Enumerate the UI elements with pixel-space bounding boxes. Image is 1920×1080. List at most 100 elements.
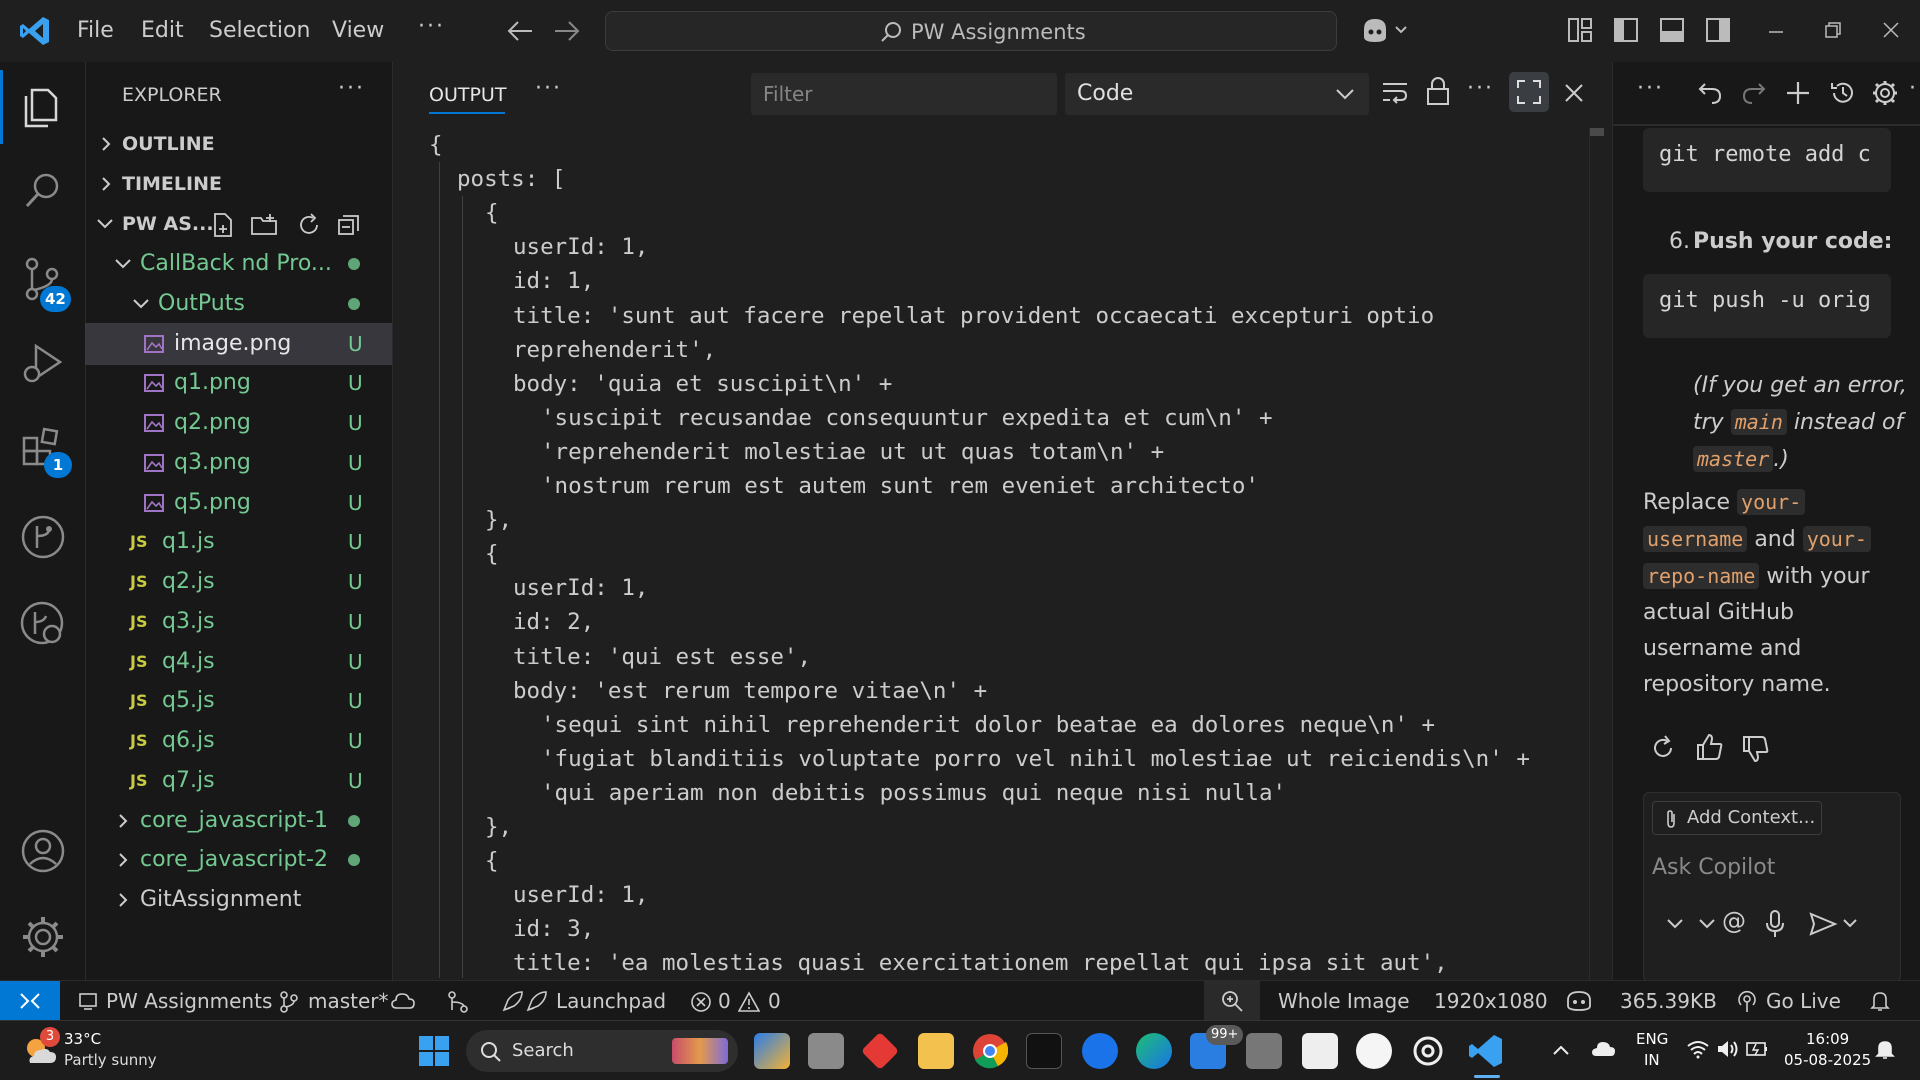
model-dropdown-chevron-icon[interactable] xyxy=(1698,917,1716,931)
retry-icon[interactable] xyxy=(1649,734,1677,762)
anydesk-icon[interactable] xyxy=(860,1031,900,1071)
undo-icon[interactable] xyxy=(1697,80,1723,106)
notification-center-bell-icon[interactable] xyxy=(1874,1039,1896,1061)
scrollbar-track[interactable] xyxy=(1589,128,1604,980)
timeline-section-header[interactable]: TIMELINE xyxy=(86,164,392,204)
battery-icon[interactable] xyxy=(1746,1040,1768,1058)
clock-time[interactable]: 16:09 xyxy=(1806,1030,1849,1048)
tree-item[interactable]: JS q4.js U xyxy=(86,642,392,682)
tree-item[interactable]: core_javascript-2 xyxy=(86,840,392,880)
tree-item[interactable]: q3.png U xyxy=(86,443,392,483)
add-context-button[interactable]: Add Context... xyxy=(1652,801,1822,835)
microphone-icon[interactable] xyxy=(1764,909,1786,939)
vscode-taskbar-icon[interactable] xyxy=(1468,1033,1504,1069)
accounts-icon[interactable] xyxy=(18,826,68,876)
tree-item[interactable]: q1.png U xyxy=(86,363,392,403)
language-code[interactable]: ENG xyxy=(1636,1030,1668,1048)
new-file-icon[interactable] xyxy=(210,212,236,238)
refresh-icon[interactable] xyxy=(296,212,322,238)
back-arrow-icon[interactable] xyxy=(506,18,534,44)
tree-item[interactable]: CallBack nd Pro... xyxy=(86,244,392,284)
chat-overflow-button[interactable]: · xyxy=(1909,76,1918,101)
new-chat-icon[interactable] xyxy=(1785,80,1811,106)
onedrive-cloud-icon[interactable] xyxy=(1590,1039,1616,1059)
notifications-bell-icon[interactable] xyxy=(1868,989,1892,1013)
chat-settings-gear-icon[interactable] xyxy=(1871,79,1899,107)
tab-output[interactable]: OUTPUT xyxy=(429,84,506,106)
workspace-name[interactable]: PW Assignments xyxy=(106,989,272,1013)
filter-input[interactable]: Filter xyxy=(751,73,1057,115)
remote-indicator[interactable] xyxy=(0,981,60,1021)
volume-icon[interactable] xyxy=(1716,1039,1740,1059)
wifi-icon[interactable] xyxy=(1686,1039,1710,1059)
mode-dropdown-chevron-icon[interactable] xyxy=(1666,917,1684,931)
clock-date[interactable]: 05-08-2025 xyxy=(1784,1051,1871,1069)
git-branch[interactable]: master* xyxy=(308,989,389,1013)
tree-item[interactable]: image.png U xyxy=(85,322,393,365)
error-count[interactable]: 0 xyxy=(718,989,731,1013)
toggle-panel-icon[interactable] xyxy=(1659,17,1685,43)
tree-item[interactable]: JS q7.js U xyxy=(86,761,392,801)
go-live-button[interactable]: Go Live xyxy=(1766,989,1841,1013)
copilot-menu-icon[interactable] xyxy=(1360,15,1412,45)
tree-item[interactable]: JS q6.js U xyxy=(86,721,392,761)
taskbar-search[interactable]: Search xyxy=(466,1030,738,1072)
sync-cloud-icon[interactable] xyxy=(390,991,416,1011)
word-wrap-icon[interactable] xyxy=(1381,80,1409,106)
tree-item[interactable]: OutPuts xyxy=(86,284,392,324)
send-icon[interactable] xyxy=(1808,911,1858,937)
git-graph-icon[interactable] xyxy=(18,512,68,562)
menu-edit[interactable]: Edit xyxy=(141,18,184,43)
menu-file[interactable]: File xyxy=(77,18,114,43)
history-icon[interactable] xyxy=(1829,79,1857,107)
weather-widget[interactable]: 3 xyxy=(22,1027,62,1071)
menu-view[interactable]: View xyxy=(332,18,384,43)
toggle-primary-sidebar-icon[interactable] xyxy=(1613,17,1639,43)
explorer-more-button[interactable]: ··· xyxy=(338,76,365,101)
remote-explorer-icon[interactable] xyxy=(18,598,68,648)
outline-section-header[interactable]: OUTLINE xyxy=(86,124,392,164)
workspace-section-header[interactable]: PW AS... xyxy=(86,204,392,244)
tree-item[interactable]: q5.png U xyxy=(86,483,392,523)
git-graph-status-icon[interactable] xyxy=(446,990,470,1014)
file-explorer-icon[interactable] xyxy=(918,1033,954,1069)
tradingview-icon[interactable] xyxy=(1026,1033,1062,1069)
menu-more-button[interactable]: ··· xyxy=(418,14,445,39)
redo-icon[interactable] xyxy=(1741,80,1767,106)
tree-item[interactable]: q2.png U xyxy=(86,403,392,443)
restore-icon[interactable] xyxy=(1823,20,1843,40)
edge-beta-icon[interactable] xyxy=(1082,1033,1118,1069)
close-window-icon[interactable] xyxy=(1881,20,1901,40)
new-folder-icon[interactable] xyxy=(250,212,280,238)
region-code[interactable]: IN xyxy=(1644,1051,1660,1069)
tree-item[interactable]: JS q5.js U xyxy=(86,681,392,721)
output-more-button[interactable]: ··· xyxy=(1467,76,1494,101)
udemy-icon[interactable] xyxy=(1356,1033,1392,1069)
search-icon[interactable] xyxy=(18,166,68,216)
output-channel-select[interactable]: Code xyxy=(1065,73,1369,115)
menu-selection[interactable]: Selection xyxy=(209,18,310,43)
edge-icon[interactable] xyxy=(1136,1033,1172,1069)
tree-item[interactable]: JS q3.js U xyxy=(86,602,392,642)
chatgpt-icon[interactable] xyxy=(1410,1033,1446,1069)
explorer-icon[interactable] xyxy=(18,80,68,130)
ask-copilot-input[interactable]: Ask Copilot xyxy=(1652,855,1775,880)
windows-start-icon[interactable] xyxy=(418,1035,450,1067)
thumbs-down-icon[interactable] xyxy=(1741,734,1771,764)
close-panel-icon[interactable] xyxy=(1563,82,1585,104)
chevron-up-icon[interactable] xyxy=(1552,1043,1570,1057)
chat-more-button[interactable]: ··· xyxy=(1637,76,1664,101)
copilot-app-icon[interactable] xyxy=(754,1033,790,1069)
zoom-button[interactable] xyxy=(1204,981,1260,1021)
tree-item[interactable]: JS q2.js U xyxy=(86,562,392,602)
tree-item[interactable]: JS q1.js U xyxy=(86,522,392,562)
customize-layout-icon[interactable] xyxy=(1567,17,1593,43)
toggle-secondary-sidebar-icon[interactable] xyxy=(1705,17,1731,43)
collapse-all-icon[interactable] xyxy=(336,212,362,238)
maximize-panel-button[interactable] xyxy=(1509,72,1549,112)
minimize-icon[interactable] xyxy=(1766,22,1786,42)
forward-arrow-icon[interactable] xyxy=(553,18,581,44)
mention-button[interactable]: @ xyxy=(1722,907,1746,935)
warning-count[interactable]: 0 xyxy=(768,989,781,1013)
launchpad-label[interactable]: Launchpad xyxy=(556,989,666,1013)
